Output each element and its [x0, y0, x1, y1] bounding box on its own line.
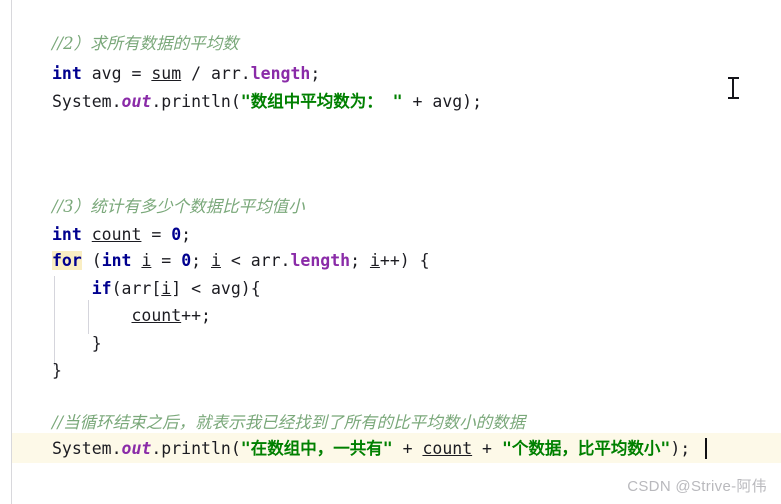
code-line-comment-3[interactable]: //3）统计有多少个数据比平均值小: [52, 192, 305, 222]
code-token: //2）求所有数据的平均数: [52, 34, 239, 53]
code-token: ++;: [181, 306, 211, 325]
code-token: < arr.: [220, 251, 291, 270]
code-line-print-avg[interactable]: System.out.println("数组中平均数为： " + avg);: [52, 87, 482, 117]
code-token: 在数组中，一共有: [250, 439, 383, 458]
code-token: i: [369, 251, 380, 270]
code-token: =: [141, 225, 172, 244]
code-token: );: [670, 439, 691, 458]
code-token: //3）统计有多少个数据比平均值小: [52, 197, 305, 216]
code-token: ++) {: [379, 251, 430, 270]
code-line-if[interactable]: if(arr[i] < avg){: [52, 274, 261, 304]
code-token: 0: [171, 225, 182, 244]
code-token: length: [250, 64, 311, 83]
code-token: =: [151, 251, 182, 270]
code-token: 0: [181, 251, 192, 270]
code-token: System.: [52, 439, 122, 458]
code-line-print-result[interactable]: System.out.println("在数组中，一共有" + count + …: [52, 434, 690, 464]
code-token: count: [131, 306, 182, 325]
code-token: .println(: [151, 92, 241, 111]
code-token: System.: [52, 92, 122, 111]
code-line-close-if-brace[interactable]: }: [52, 329, 102, 359]
code-token: count: [91, 225, 142, 244]
code-token: 数组中平均数为：: [250, 92, 383, 111]
code-editor-surface[interactable]: //2）求所有数据的平均数 int avg = sum / arr.length…: [0, 0, 781, 504]
text-caret: [705, 438, 707, 459]
code-token: }: [52, 361, 62, 380]
code-token: count: [422, 439, 473, 458]
code-token: length: [290, 251, 351, 270]
code-token: + avg);: [402, 92, 483, 111]
code-token: ;: [310, 64, 321, 83]
code-line-comment-2[interactable]: //2）求所有数据的平均数: [52, 29, 239, 59]
code-line-int-avg[interactable]: int avg = sum / arr.length;: [52, 59, 320, 89]
code-token: ;: [350, 251, 370, 270]
code-token: ": [240, 439, 251, 458]
code-token: .println(: [151, 439, 241, 458]
code-line-count-increment[interactable]: count++;: [52, 301, 211, 331]
code-token: +: [392, 439, 423, 458]
code-token: i: [161, 279, 172, 298]
code-token: ;: [181, 225, 192, 244]
i-beam-pointer: [728, 77, 739, 99]
code-token: ;: [191, 251, 211, 270]
code-token: i: [141, 251, 152, 270]
code-token: sum: [151, 64, 182, 83]
code-token: ] < avg){: [171, 279, 261, 298]
code-token: ": [660, 439, 671, 458]
code-token: int: [52, 64, 82, 83]
code-token: ": [240, 92, 251, 111]
code-token: +: [472, 439, 502, 458]
code-token: //当循环结束之后，就表示我已经找到了所有的比平均数小的数据: [52, 413, 526, 432]
code-token: }: [52, 334, 102, 353]
code-token: if: [91, 279, 112, 298]
code-token: (arr[: [111, 279, 162, 298]
code-token: i: [211, 251, 221, 270]
code-token: out: [121, 439, 152, 458]
code-token: for: [52, 251, 82, 270]
csdn-watermark: CSDN @Strive-阿伟: [627, 478, 767, 495]
code-token: avg =: [81, 64, 152, 83]
code-token: / arr.: [181, 64, 251, 83]
code-token: (: [81, 251, 102, 270]
code-token: int: [52, 225, 82, 244]
code-token: 个数据，比平均数小: [511, 439, 661, 458]
code-line-close-for-brace[interactable]: }: [52, 356, 62, 386]
code-token: out: [121, 92, 152, 111]
code-token: ": [382, 439, 393, 458]
code-line-for[interactable]: for (int i = 0; i < arr.length; i++) {: [52, 246, 430, 276]
code-token: ": [382, 92, 403, 111]
editor-screenshot: //2）求所有数据的平均数 int avg = sum / arr.length…: [0, 0, 781, 504]
code-token: int: [101, 251, 132, 270]
code-token: ": [501, 439, 512, 458]
